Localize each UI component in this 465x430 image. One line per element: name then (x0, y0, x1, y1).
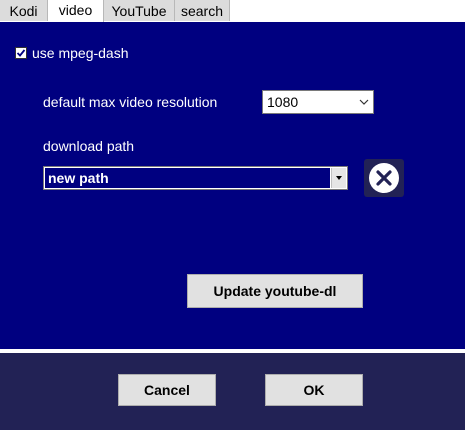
checkmark-icon (16, 49, 26, 57)
ok-button[interactable]: OK (265, 374, 363, 406)
dropdown-arrow-icon (336, 176, 342, 180)
download-path-label: download path (43, 138, 135, 154)
clear-path-button[interactable] (364, 159, 404, 197)
cancel-button[interactable]: Cancel (118, 374, 216, 406)
chevron-down-icon (359, 99, 369, 105)
download-path-dropdown-button[interactable] (331, 168, 346, 188)
max-resolution-select[interactable]: 1080 (262, 90, 374, 114)
tab-bar: Kodi video YouTube search (0, 0, 465, 22)
use-mpeg-dash-label: use mpeg-dash (32, 45, 129, 61)
close-icon (369, 163, 399, 193)
tab-youtube[interactable]: YouTube (104, 0, 175, 21)
max-resolution-value: 1080 (267, 94, 299, 110)
tab-search[interactable]: search (175, 0, 230, 21)
tab-kodi[interactable]: Kodi (0, 0, 48, 21)
max-resolution-label: default max video resolution (43, 94, 218, 110)
tab-video[interactable]: video (48, 0, 104, 22)
use-mpeg-dash-checkbox[interactable] (15, 47, 27, 59)
update-youtube-dl-button[interactable]: Update youtube-dl (187, 274, 363, 308)
download-path-combo[interactable]: new path (43, 166, 348, 190)
download-path-value: new path (45, 168, 330, 188)
dialog-footer (0, 353, 465, 430)
